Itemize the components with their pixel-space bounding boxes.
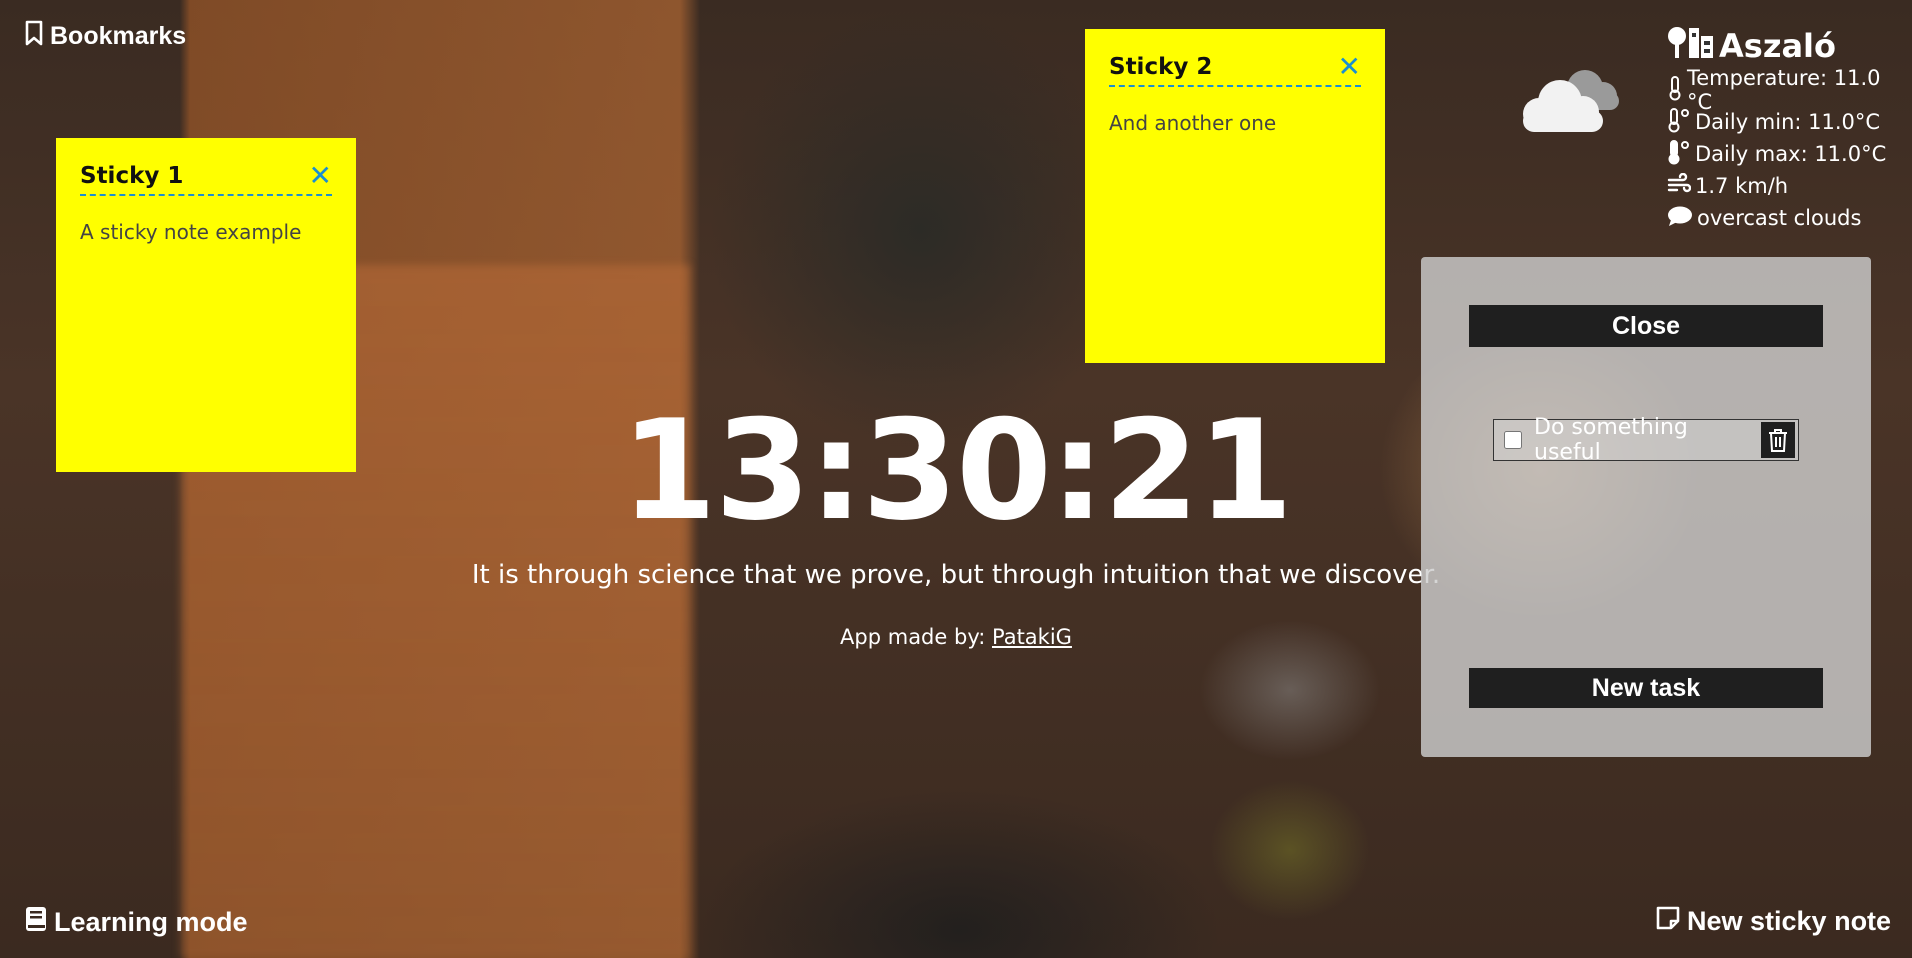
trash-icon[interactable] [1761,422,1795,458]
todo-panel: Close Do something useful New task [1421,257,1871,757]
weather-temperature: Temperature: 11.0 °C [1667,66,1912,114]
thermometer-icon [1667,75,1683,106]
author-link[interactable]: PatakiG [992,625,1072,649]
weather-wind: 1.7 km/h [1667,170,1912,202]
sticky-note-2[interactable]: Sticky 2 ✕ And another one [1085,29,1385,363]
close-icon[interactable]: ✕ [309,162,332,190]
sticky-title[interactable]: Sticky 2 [1109,54,1212,80]
new-sticky-note-button[interactable]: New sticky note [1655,905,1891,938]
thermometer-low-icon [1667,107,1691,138]
bookmarks-button[interactable]: Bookmarks [24,20,186,53]
weather-widget: Aszaló Temperature: 11.0 °C Daily min: 1… [1667,24,1912,234]
book-icon [24,905,48,940]
temperature-text: Temperature: 11.0 °C [1687,66,1881,114]
weather-daily-min: Daily min: 11.0°C [1667,106,1912,138]
speech-bubble-icon [1667,205,1693,232]
daily-min-text: Daily min: 11.0°C [1695,110,1881,134]
sticky-body[interactable]: A sticky note example [80,220,332,244]
sticky-title[interactable]: Sticky 1 [80,163,183,189]
sticky-note-icon [1655,905,1681,938]
sticky-body[interactable]: And another one [1109,111,1361,135]
overcast-cloud-icon [1515,60,1627,142]
city-icon [1667,24,1715,68]
close-icon[interactable]: ✕ [1338,53,1361,81]
daily-max-text: Daily max: 11.0°C [1695,142,1887,166]
task-label: Do something useful [1534,415,1688,465]
bookmarks-label: Bookmarks [50,22,187,50]
weather-daily-max: Daily max: 11.0°C [1667,138,1912,170]
thermometer-high-icon [1667,139,1691,170]
close-button[interactable]: Close [1469,305,1823,347]
weather-city: Aszaló [1667,24,1912,68]
wind-icon [1667,172,1692,200]
learning-mode-button[interactable]: Learning mode [24,905,248,940]
sticky-header: Sticky 1 ✕ [80,162,332,196]
bookmark-icon [24,20,44,53]
sticky-header: Sticky 2 ✕ [1109,53,1361,87]
weather-description: overcast clouds [1667,202,1912,234]
city-name: Aszaló [1719,27,1836,65]
credit-prefix: App made by: [840,625,986,649]
task-item: Do something useful [1493,415,1799,465]
description-text: overcast clouds [1697,206,1862,230]
learning-mode-label: Learning mode [54,907,248,937]
new-task-button[interactable]: New task [1469,668,1823,708]
wind-text: 1.7 km/h [1695,174,1789,198]
task-checkbox[interactable] [1504,431,1522,449]
new-sticky-label: New sticky note [1687,906,1892,936]
